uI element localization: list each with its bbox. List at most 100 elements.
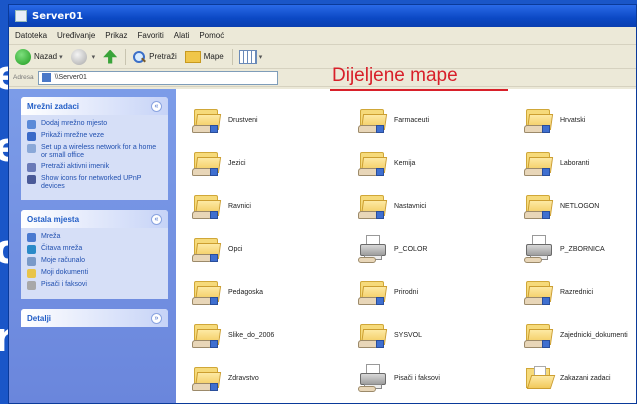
task-label: Show icons for networked UPnP devices	[41, 175, 142, 190]
network-connections-icon	[27, 132, 36, 141]
documents-folder-icon	[27, 269, 36, 278]
search-label: Pretraži	[149, 52, 177, 61]
network-tasks-panel: Mrežni zadaci « Dodaj mrežno mjesto Prik…	[21, 97, 168, 200]
collapse-icon[interactable]: «	[151, 100, 162, 112]
share-prirodni[interactable]: Prirodni	[358, 277, 418, 307]
place-label: Moji dokumenti	[41, 269, 89, 276]
item-label: Prirodni	[394, 288, 419, 296]
globe-icon	[27, 245, 36, 254]
expand-icon[interactable]: »	[151, 312, 162, 324]
item-label: Zajednicki_dokumenti	[560, 331, 628, 339]
up-button[interactable]	[103, 49, 118, 64]
item-label: Jezici	[228, 159, 246, 167]
shared-folder-icon	[192, 148, 222, 178]
place-network[interactable]: Mreža	[27, 233, 162, 242]
window-icon	[15, 10, 27, 22]
details-header[interactable]: Detalji »	[21, 309, 168, 327]
chevron-down-icon: ▾	[258, 53, 263, 61]
share-ravnici[interactable]: Ravnici	[192, 191, 251, 221]
item-label: Slike_do_2006	[228, 331, 275, 339]
chevron-down-icon: ▾	[59, 53, 63, 61]
place-my-documents[interactable]: Moji dokumenti	[27, 269, 162, 278]
share-nastavnici[interactable]: Nastavnici	[358, 191, 426, 221]
share-opci[interactable]: Opci	[192, 234, 242, 264]
place-printers-faxes[interactable]: Pisači i faksovi	[27, 281, 162, 290]
shared-folder-icon	[358, 148, 388, 178]
scheduled-tasks[interactable]: Zakazani zadaci	[524, 363, 611, 393]
share-razrednici[interactable]: Razrednici	[524, 277, 593, 307]
share-drustveni[interactable]: Drustveni	[192, 105, 258, 135]
details-title: Detalji	[27, 313, 52, 323]
menu-pomoc[interactable]: Pomoć	[199, 31, 224, 40]
printers-and-faxes[interactable]: Pisači i faksovi	[358, 363, 440, 393]
back-arrow-icon	[15, 48, 31, 65]
task-label: Prikaži mrežne veze	[41, 132, 105, 139]
search-icon	[132, 50, 146, 64]
share-zajednicki-dokumenti[interactable]: Zajednicki_dokumenti	[524, 320, 628, 350]
collapse-icon[interactable]: «	[151, 213, 162, 225]
share-kemija[interactable]: Kemija	[358, 148, 415, 178]
share-farmaceuti[interactable]: Farmaceuti	[358, 105, 429, 135]
task-search-active-directory[interactable]: Pretraži aktivni imenik	[27, 163, 162, 172]
other-places-header[interactable]: Ostala mjesta «	[21, 210, 168, 228]
share-hrvatski[interactable]: Hrvatski	[524, 105, 585, 135]
network-tasks-header[interactable]: Mrežni zadaci «	[21, 97, 168, 115]
shared-folder-icon	[358, 105, 388, 135]
address-bar: Adresa \\Server01	[9, 69, 636, 87]
file-view: Drustveni Farmaceuti Hrvatski Jezici Kem…	[176, 89, 636, 403]
forward-button[interactable]: ▾	[70, 48, 95, 65]
search-button[interactable]: Pretraži	[132, 50, 177, 64]
menu-alati[interactable]: Alati	[174, 31, 190, 40]
views-button[interactable]: ▾	[238, 49, 263, 64]
printer-p-zbornica[interactable]: P_ZBORNICA	[524, 234, 605, 264]
task-label: Pretraži aktivni imenik	[41, 163, 110, 170]
task-show-upnp-icons[interactable]: Show icons for networked UPnP devices	[27, 175, 162, 191]
share-zdravstvo[interactable]: Zdravstvo	[192, 363, 259, 393]
share-laboranti[interactable]: Laboranti	[524, 148, 589, 178]
share-sysvol[interactable]: SYSVOL	[358, 320, 422, 350]
shared-folder-icon	[192, 105, 222, 135]
printer-p-color[interactable]: P_COLOR	[358, 234, 427, 264]
item-label: Pisači i faksovi	[394, 374, 440, 382]
back-button[interactable]: Nazad ▾	[15, 48, 63, 65]
item-label: Zdravstvo	[228, 374, 259, 382]
address-field[interactable]: \\Server01	[37, 70, 278, 85]
upnp-device-icon	[27, 175, 36, 184]
share-jezici[interactable]: Jezici	[192, 148, 246, 178]
menu-uredivanje[interactable]: Uređivanje	[57, 31, 95, 40]
task-label: Set up a wireless network for a home or …	[41, 144, 157, 159]
title-bar[interactable]: Server01	[9, 5, 636, 27]
shared-folder-icon	[358, 277, 388, 307]
scheduled-tasks-folder-icon	[524, 363, 556, 393]
menu-favoriti[interactable]: Favoriti	[138, 31, 164, 40]
share-netlogon[interactable]: NETLOGON	[524, 191, 599, 221]
task-view-network-connections[interactable]: Prikaži mrežne veze	[27, 132, 162, 141]
share-pedagoska[interactable]: Pedagoska	[192, 277, 263, 307]
network-computer-icon	[41, 73, 51, 82]
shared-printer-icon	[358, 234, 388, 264]
item-label: Zakazani zadaci	[560, 374, 611, 382]
directory-search-icon	[27, 163, 36, 172]
printer-icon	[27, 281, 36, 290]
item-label: Hrvatski	[560, 116, 586, 124]
folders-button[interactable]: Mape	[184, 50, 224, 63]
wireless-icon	[27, 144, 36, 153]
item-label: P_COLOR	[394, 245, 428, 253]
network-place-icon	[27, 120, 36, 129]
place-my-computer[interactable]: Moje računalo	[27, 257, 162, 266]
menu-datoteka[interactable]: Datoteka	[15, 31, 47, 40]
task-add-network-place[interactable]: Dodaj mrežno mjesto	[27, 120, 162, 129]
slide-heading: Dijeljene mape	[332, 65, 458, 86]
place-entire-network[interactable]: Čitava mreža	[27, 245, 162, 254]
network-icon	[27, 233, 36, 242]
item-label: Ravnici	[228, 202, 251, 210]
back-label: Nazad	[34, 52, 58, 61]
folders-icon	[184, 50, 201, 63]
heading-underline	[330, 89, 508, 91]
menu-prikaz[interactable]: Prikaz	[105, 31, 127, 40]
share-slike-do-2006[interactable]: Slike_do_2006	[192, 320, 274, 350]
details-panel: Detalji »	[21, 309, 168, 327]
other-places-title: Ostala mjesta	[27, 214, 80, 224]
item-label: Laboranti	[560, 159, 590, 167]
task-setup-wireless[interactable]: Set up a wireless network for a home or …	[27, 144, 162, 160]
